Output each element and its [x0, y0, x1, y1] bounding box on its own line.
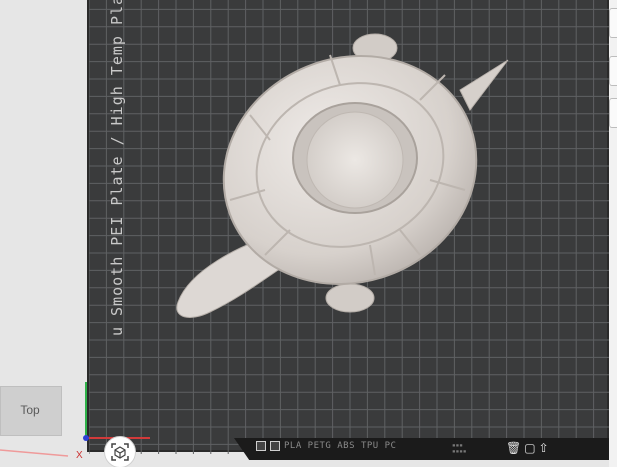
- filament-compat-strip: PLA PETG ABS TPU PC: [256, 441, 396, 451]
- axis-origin: [83, 435, 89, 441]
- toolbar-button[interactable]: [609, 8, 617, 38]
- turtle-flipper: [325, 283, 375, 313]
- x-axis-shadow: [0, 449, 69, 457]
- turtle-tail: [459, 59, 509, 111]
- filament-types: PLA PETG ABS TPU PC: [284, 441, 397, 451]
- plate-orient-icon[interactable]: ⇧: [539, 441, 549, 455]
- plate-small-info: ▪▪▪ ▪▪▪▪: [452, 442, 467, 455]
- turtle-model[interactable]: [170, 30, 510, 330]
- shell-opening: [306, 111, 404, 209]
- x-axis-label: X: [76, 450, 83, 461]
- recenter-view-button[interactable]: [104, 436, 136, 467]
- plate-type-label: u Smooth PEI Plate / High Temp Plate: [108, 0, 126, 336]
- plate-lock-icon[interactable]: [270, 441, 280, 451]
- plate-actions: 🗑 ▢ ⇧: [506, 441, 549, 455]
- 3d-viewport[interactable]: u Smooth PEI Plate / High Temp Plate PLA…: [0, 0, 617, 467]
- plate-delete-icon[interactable]: 🗑: [506, 441, 521, 455]
- plate-settings-icon[interactable]: [256, 441, 266, 451]
- toolbar-button[interactable]: [609, 98, 617, 128]
- recenter-view-icon: [111, 443, 129, 461]
- plate-arrange-icon[interactable]: ▢: [524, 441, 535, 455]
- toolbar-button[interactable]: [609, 56, 617, 86]
